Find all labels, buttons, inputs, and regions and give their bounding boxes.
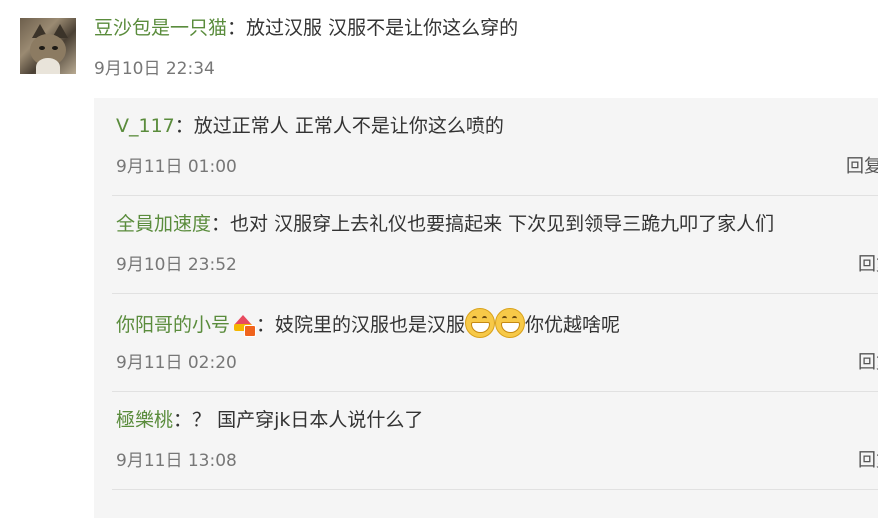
reply-item: 你阳哥的小号 ：妓院里的汉服也是汉服 你优越啥呢 9月11日 02:20 回复	[94, 294, 878, 392]
grinning-face-icon	[465, 308, 496, 338]
reply-item: 全員加速度：也对 汉服穿上去礼仪也要搞起来 下次见到领导三跪九叩了家人们 9月1…	[94, 196, 878, 294]
vip-crown-badge-icon	[232, 313, 257, 337]
reply-list: V_117：放过正常人 正常人不是让你这么喷的 9月11日 01:00 回复 全…	[94, 98, 878, 518]
reply-content: 全員加速度：也对 汉服穿上去礼仪也要搞起来 下次见到领导三跪九叩了家人们	[116, 210, 774, 238]
main-comment: 豆沙包是一只猫：放过汉服 汉服不是让你这么穿的	[94, 14, 518, 42]
colon: ：	[227, 17, 247, 39]
reply-content: V_117：放过正常人 正常人不是让你这么喷的	[116, 112, 504, 140]
colon: ：	[211, 213, 231, 235]
reply-text: 也对 汉服穿上去礼仪也要搞起来 下次见到领导三跪九叩了家人们	[230, 213, 775, 235]
reply-time: 9月11日 01:00	[116, 157, 237, 177]
main-comment-text: 放过汉服 汉服不是让你这么穿的	[246, 17, 519, 39]
reply-text-after: 你优越啥呢	[525, 314, 621, 336]
main-comment-time: 9月10日 22:34	[94, 59, 215, 79]
reply-item: 極樂桃：？ 国产穿jk日本人说什么了 9月11日 13:08 回复	[94, 392, 878, 490]
colon: ：	[174, 115, 194, 137]
reply-button[interactable]: 回复	[858, 252, 878, 278]
colon: ：	[173, 409, 193, 431]
reply-time: 9月10日 23:52	[116, 255, 237, 275]
divider	[112, 489, 878, 490]
reply-username[interactable]: V_117	[116, 115, 175, 137]
main-comment-username[interactable]: 豆沙包是一只猫	[94, 17, 227, 39]
reply-time: 9月11日 02:20	[116, 353, 237, 373]
reply-content: 極樂桃：？ 国产穿jk日本人说什么了	[116, 406, 423, 434]
reply-button[interactable]: 回复	[846, 154, 878, 180]
reply-button[interactable]: 回复	[858, 350, 878, 376]
reply-username[interactable]: 你阳哥的小号	[116, 314, 230, 336]
colon: ：	[256, 314, 276, 336]
avatar-cat-eye	[39, 46, 45, 50]
reply-username[interactable]: 全員加速度	[116, 213, 211, 235]
avatar[interactable]	[20, 18, 76, 74]
reply-button[interactable]: 回复	[858, 448, 878, 474]
avatar-cat-chest	[36, 58, 60, 74]
reply-time: 9月11日 13:08	[116, 451, 237, 471]
reply-text: ？ 国产穿jk日本人说什么了	[192, 409, 424, 431]
reply-text: 放过正常人 正常人不是让你这么喷的	[193, 115, 504, 137]
reply-username[interactable]: 極樂桃	[116, 409, 173, 431]
reply-text: 妓院里的汉服也是汉服	[275, 314, 466, 336]
grinning-face-icon	[495, 308, 526, 338]
avatar-cat-eye	[52, 46, 58, 50]
reply-item: V_117：放过正常人 正常人不是让你这么喷的 9月11日 01:00 回复	[94, 98, 878, 196]
reply-content: 你阳哥的小号 ：妓院里的汉服也是汉服 你优越啥呢	[116, 308, 620, 339]
